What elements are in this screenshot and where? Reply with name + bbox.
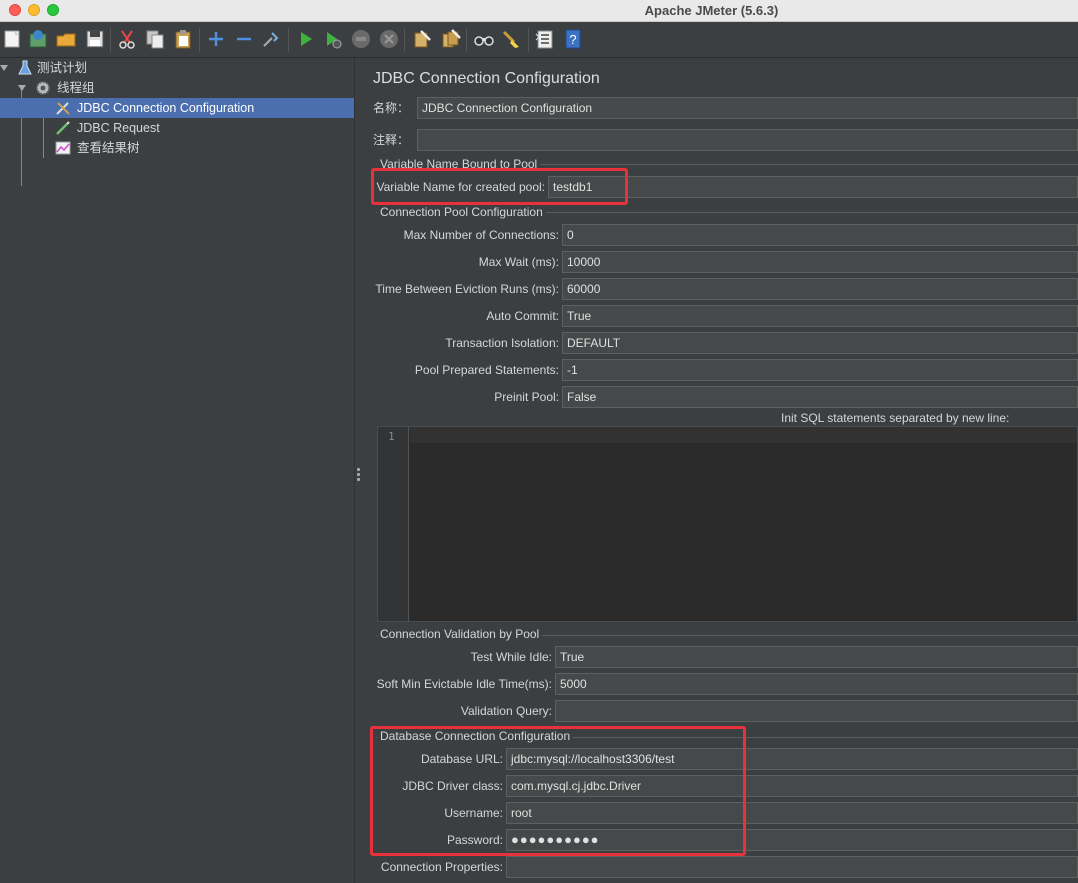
group-title-database-connection: Database Connection Configuration xyxy=(377,729,574,743)
help-icon[interactable]: ? xyxy=(562,28,584,50)
drag-handle-icon[interactable] xyxy=(357,468,360,482)
save-icon[interactable] xyxy=(84,28,106,50)
max-wait-label: Max Wait (ms): xyxy=(478,255,559,269)
username-field[interactable]: root xyxy=(506,802,1078,824)
password-field[interactable]: ●●●●●●●●●● xyxy=(506,829,1078,851)
comment-field[interactable] xyxy=(417,129,1078,151)
validation-query-label: Validation Query: xyxy=(460,704,552,718)
chevron-down-icon[interactable] xyxy=(0,65,8,71)
username-label: Username: xyxy=(444,806,503,820)
templates-icon[interactable] xyxy=(27,28,49,50)
split-pane-divider[interactable] xyxy=(354,58,362,883)
listener-chart-icon xyxy=(55,140,71,156)
max-connections-field[interactable]: 0 xyxy=(562,224,1078,246)
paste-icon[interactable] xyxy=(172,28,194,50)
clear-all-icon[interactable] xyxy=(440,28,462,50)
pool-prepared-statements-field[interactable]: -1 xyxy=(562,359,1078,381)
max-wait-field[interactable]: 10000 xyxy=(562,251,1078,273)
group-title-variable-name: Variable Name Bound to Pool xyxy=(377,157,541,171)
pool-prepared-statements-label: Pool Prepared Statements: xyxy=(414,363,559,377)
auto-commit-select[interactable]: True xyxy=(562,305,1078,327)
expand-icon[interactable] xyxy=(205,28,227,50)
auto-commit-label: Auto Commit: xyxy=(486,309,559,323)
cut-icon[interactable] xyxy=(116,28,138,50)
panel-title: JDBC Connection Configuration xyxy=(373,70,600,87)
chevron-down-icon[interactable] xyxy=(18,85,26,91)
config-tools-icon xyxy=(55,100,71,116)
new-icon[interactable] xyxy=(1,28,23,50)
connection-properties-label: Connection Properties: xyxy=(380,860,503,874)
editor-gutter: 1 xyxy=(378,427,409,621)
copy-icon[interactable] xyxy=(144,28,166,50)
name-label: 名称： xyxy=(373,101,410,115)
group-title-connection-pool: Connection Pool Configuration xyxy=(377,205,546,219)
group-title-connection-validation: Connection Validation by Pool xyxy=(377,627,543,641)
validation-query-field[interactable] xyxy=(555,700,1078,722)
jdbc-driver-label: JDBC Driver class: xyxy=(402,779,503,793)
test-plan-tree: 测试计划 线程组 JDBC Connection Configuration J… xyxy=(0,58,354,883)
svg-text:?: ? xyxy=(569,32,576,47)
preinit-pool-label: Preinit Pool: xyxy=(494,390,559,404)
collapse-icon[interactable] xyxy=(233,28,255,50)
init-sql-editor[interactable]: 1 xyxy=(377,426,1078,622)
reset-search-icon[interactable] xyxy=(500,28,522,50)
tree-item-test-plan[interactable]: 测试计划 xyxy=(0,58,354,78)
open-icon[interactable] xyxy=(55,28,77,50)
toggle-icon[interactable] xyxy=(260,28,282,50)
variable-name-label: Variable Name for created pool: xyxy=(376,180,545,194)
name-field[interactable]: JDBC Connection Configuration xyxy=(417,97,1078,119)
thread-group-icon xyxy=(35,80,51,96)
function-helper-icon[interactable] xyxy=(534,28,556,50)
init-sql-label: Init SQL statements separated by new lin… xyxy=(781,411,1010,425)
database-url-label: Database URL: xyxy=(420,752,503,766)
eviction-runs-field[interactable]: 60000 xyxy=(562,278,1078,300)
tree-item-jdbc-connection-configuration[interactable]: JDBC Connection Configuration xyxy=(0,98,354,118)
connection-properties-field[interactable] xyxy=(506,856,1078,878)
tree-item-jdbc-request[interactable]: JDBC Request xyxy=(0,118,354,138)
eviction-runs-label: Time Between Eviction Runs (ms): xyxy=(375,282,559,296)
test-while-idle-label: Test While Idle: xyxy=(470,650,552,664)
window-titlebar: Apache JMeter (5.6.3) xyxy=(0,0,1078,22)
tree-item-thread-group[interactable]: 线程组 xyxy=(0,78,354,98)
start-no-pause-icon[interactable] xyxy=(322,28,344,50)
password-label: Password: xyxy=(446,833,503,847)
stop-icon[interactable] xyxy=(350,28,372,50)
config-panel: JDBC Connection Configuration 名称： JDBC C… xyxy=(362,58,1078,883)
tree-item-view-results-tree[interactable]: 查看结果树 xyxy=(0,138,354,158)
test-plan-icon xyxy=(17,60,33,76)
preinit-pool-select[interactable]: False xyxy=(562,386,1078,408)
soft-min-evictable-label: Soft Min Evictable Idle Time(ms): xyxy=(376,677,552,691)
variable-name-field[interactable]: testdb1 xyxy=(548,176,1078,198)
search-icon[interactable] xyxy=(473,28,495,50)
shutdown-icon[interactable] xyxy=(378,28,400,50)
line-number: 1 xyxy=(388,430,395,443)
comment-label: 注释： xyxy=(373,133,410,147)
transaction-isolation-label: Transaction Isolation: xyxy=(445,336,559,350)
sampler-pen-icon xyxy=(55,120,71,136)
transaction-isolation-select[interactable]: DEFAULT xyxy=(562,332,1078,354)
jdbc-driver-field[interactable]: com.mysql.cj.jdbc.Driver xyxy=(506,775,1078,797)
window-title: Apache JMeter (5.6.3) xyxy=(644,3,779,18)
start-icon[interactable] xyxy=(295,28,317,50)
main-toolbar: ? xyxy=(0,22,1078,58)
current-line-highlight xyxy=(410,427,1077,443)
max-connections-label: Max Number of Connections: xyxy=(403,228,559,242)
test-while-idle-select[interactable]: True xyxy=(555,646,1078,668)
clear-icon[interactable] xyxy=(411,28,433,50)
database-url-field[interactable]: jdbc:mysql://localhost3306/test xyxy=(506,748,1078,770)
soft-min-evictable-field[interactable]: 5000 xyxy=(555,673,1078,695)
